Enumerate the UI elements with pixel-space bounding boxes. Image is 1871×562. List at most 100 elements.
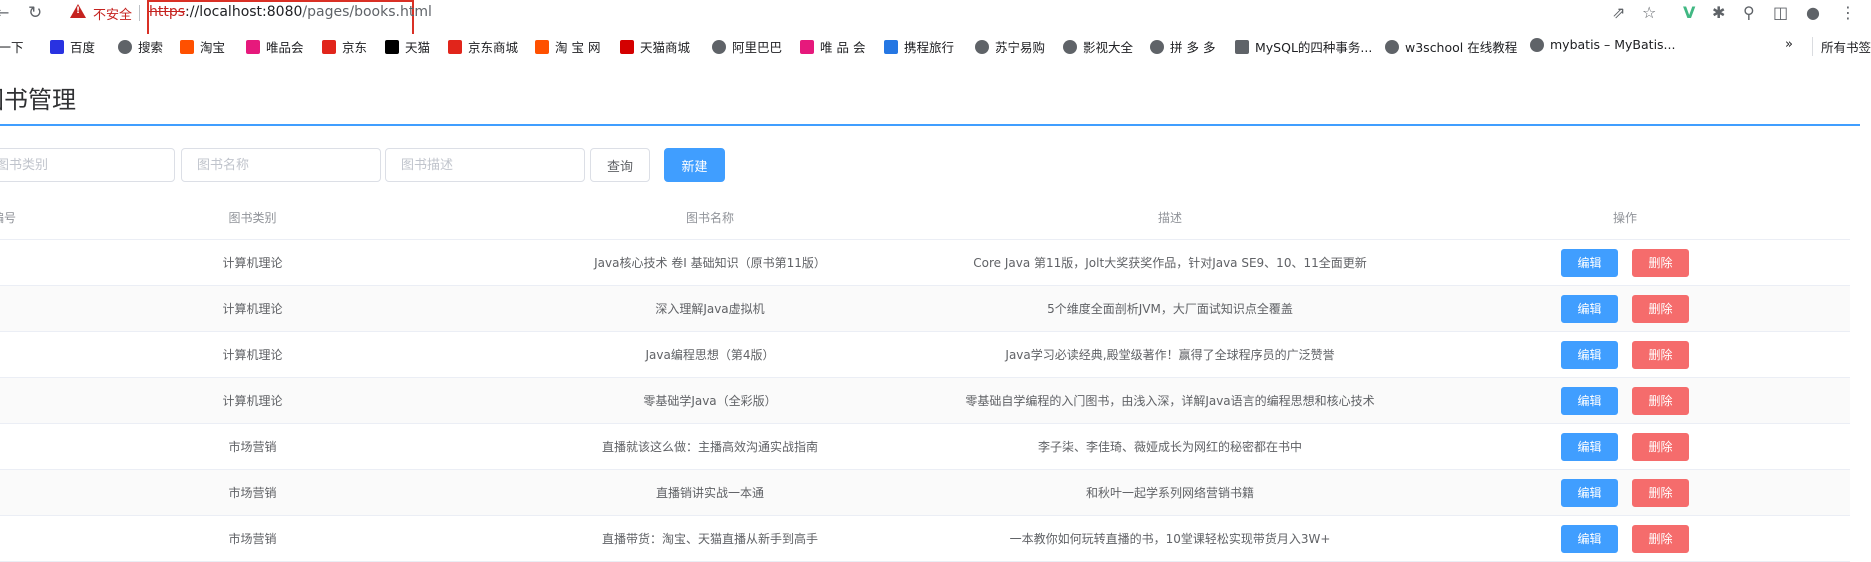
cell-op: 编辑 删除 (1490, 240, 1760, 285)
book-desc-input[interactable] (385, 148, 585, 182)
edit-button[interactable]: 编辑 (1561, 386, 1618, 415)
query-button[interactable]: 查询 (590, 148, 650, 182)
edit-button[interactable]: 编辑 (1561, 248, 1618, 277)
share-icon[interactable]: ⇗ (1612, 3, 1625, 22)
cell-desc: 李子柒、李佳琦、薇娅成长为网红的秘密都在书中 (1037, 440, 1302, 454)
cell-name: 零基础学Java（全彩版） (643, 394, 777, 408)
table-row: 5 市场营销 直播就该这么做：主播高效沟通实战指南 李子柒、李佳琦、薇娅成长为网红的秘… (0, 424, 1850, 470)
taobao-icon (535, 39, 549, 54)
cell-id: 1 (0, 240, 14, 285)
cell-type: 市场营销 (228, 440, 277, 454)
table-row: 1 计算机理论 Java核心技术 卷I 基础知识（原书第11版） Core Java … (0, 240, 1850, 286)
bookmark-item[interactable]: 天猫 (385, 37, 430, 56)
bookmark-item[interactable]: 京东 (322, 37, 367, 56)
edit-button[interactable]: 编辑 (1561, 294, 1618, 323)
ctrip-icon (884, 39, 898, 54)
bookmark-label: 度一下 (0, 40, 24, 55)
bookmark-item[interactable]: 阿里巴巴 (712, 37, 782, 56)
bookmark-item[interactable]: 京东商城 (448, 37, 518, 56)
url-path: /pages/books.html (302, 4, 432, 20)
cell-name: Java编程思想（第4版） (645, 348, 775, 362)
insecure-label[interactable]: 不安全 (93, 4, 132, 23)
bookmark-label: 淘 宝 网 (555, 40, 601, 55)
delete-button[interactable]: 删除 (1632, 248, 1689, 277)
new-button[interactable]: 新建 (664, 148, 725, 182)
bookmark-item[interactable]: MySQL的四种事务... (1235, 37, 1372, 56)
globe-icon (975, 39, 989, 54)
edit-button[interactable]: 编辑 (1561, 340, 1618, 369)
menu-kebab-icon[interactable]: ⋮ (1840, 3, 1856, 22)
cell-type: 计算机理论 (222, 394, 283, 408)
bookmark-label: 百度 (70, 40, 96, 55)
bookmark-item[interactable]: w3school 在线教程 (1385, 37, 1517, 56)
title-underline (0, 124, 1860, 126)
bookmark-item[interactable]: mybatis – MyBatis... (1530, 37, 1675, 52)
bookmark-item[interactable]: 唯品会 (246, 37, 304, 56)
url-field[interactable]: https://localhost:8080/pages/books.html (149, 4, 432, 20)
book-name-input[interactable] (181, 148, 381, 182)
page-title: 图书管理 (0, 86, 76, 114)
bookmarks-overflow-chevron-icon[interactable]: » (1785, 37, 1793, 52)
delete-button[interactable]: 删除 (1632, 524, 1689, 553)
profile-avatar-icon[interactable]: ● (1806, 3, 1820, 22)
cell-desc: Java学习必读经典,殿堂级著作！赢得了全球程序员的广泛赞誉 (1005, 348, 1335, 362)
cell-type: 市场营销 (228, 532, 277, 546)
bookmark-item[interactable]: 淘 宝 网 (535, 37, 600, 56)
delete-button[interactable]: 删除 (1632, 340, 1689, 369)
bookmark-item[interactable]: 天猫商城 (620, 37, 690, 56)
bookmark-label: MySQL的四种事务... (1255, 40, 1373, 55)
bookmark-item[interactable]: 拼 多 多 (1150, 37, 1215, 56)
table-row: 3 计算机理论 Java编程思想（第4版） Java学习必读经典,殿堂级著作！赢得了全… (0, 332, 1850, 378)
bookmark-item[interactable]: 百度 (50, 37, 95, 56)
header-name: 图书名称 (685, 211, 734, 225)
edit-button[interactable]: 编辑 (1561, 432, 1618, 461)
bookmark-item[interactable]: 淘宝 (180, 37, 225, 56)
bookmark-label: 天猫商城 (640, 40, 691, 55)
extensions-icon[interactable]: ✱ (1712, 3, 1725, 22)
delete-button[interactable]: 删除 (1632, 478, 1689, 507)
tmall-icon (385, 39, 399, 54)
bookmark-item[interactable]: 影视大全 (1063, 37, 1133, 56)
back-arrow-icon[interactable]: ← (0, 3, 9, 22)
vip-icon (246, 39, 260, 54)
header-desc: 描述 (1157, 211, 1182, 225)
delete-button[interactable]: 删除 (1632, 294, 1689, 323)
table-row: 6 市场营销 直播销讲实战一本通 和秋叶一起学系列网络营销书籍 编辑删除 (0, 470, 1850, 516)
sidepanel-icon[interactable]: ◫ (1773, 3, 1788, 22)
vue-devtools-icon[interactable]: V (1683, 3, 1695, 22)
table-row: 2 计算机理论 深入理解Java虚拟机 5个维度全面剖析JVM，大厂面试知识点全覆盖 编… (0, 286, 1850, 332)
cell-type: 计算机理论 (222, 256, 283, 270)
address-bar: ← ↻ ! 不安全 https://localhost:8080/pages/b… (0, 0, 1871, 36)
warning-icon[interactable]: ! (70, 4, 86, 18)
table-row: 7 市场营销 直播带货：淘宝、天猫直播从新手到高手 一本教你如何玩转直播的书，10堂课… (0, 516, 1850, 562)
bookmark-label: 阿里巴巴 (732, 40, 783, 55)
book-type-input[interactable] (0, 148, 175, 182)
header-op: 操作 (1612, 211, 1637, 225)
bookmark-item[interactable]: 度一下 (0, 37, 24, 56)
delete-button[interactable]: 删除 (1632, 432, 1689, 461)
bookmark-label: 淘宝 (200, 40, 226, 55)
edit-button[interactable]: 编辑 (1561, 524, 1618, 553)
reload-icon[interactable]: ↻ (28, 3, 42, 23)
delete-button[interactable]: 删除 (1632, 386, 1689, 415)
globe-icon (1385, 39, 1399, 54)
all-bookmarks-button[interactable]: 所有书签 (1812, 37, 1871, 56)
edit-button[interactable]: 编辑 (1561, 478, 1618, 507)
cell-op: 编辑 删除 (1490, 470, 1760, 515)
lab-icon[interactable]: ⚲ (1743, 3, 1755, 22)
bookmark-item[interactable]: 唯 品 会 (800, 37, 865, 56)
bookmark-item[interactable]: 携程旅行 (884, 37, 954, 56)
baidu-paw-icon (50, 39, 64, 54)
cell-op: 编辑 删除 (1490, 424, 1760, 469)
cell-name: Java核心技术 卷I 基础知识（原书第11版） (594, 256, 826, 270)
cell-op: 编辑 删除 (1490, 286, 1760, 331)
bookmark-item[interactable]: 苏宁易购 (975, 37, 1045, 56)
url-host: ://localhost:8080 (185, 4, 303, 20)
star-icon[interactable]: ☆ (1642, 3, 1656, 22)
cell-name: 直播带货：淘宝、天猫直播从新手到高手 (601, 532, 818, 546)
bookmark-item[interactable]: 搜索 (118, 37, 163, 56)
cell-desc: 一本教你如何玩转直播的书，10堂课轻松实现带货月入3W+ (1009, 532, 1331, 546)
bookmark-label: 京东 (342, 40, 368, 55)
bookmark-label: 影视大全 (1083, 40, 1134, 55)
cell-desc: 和秋叶一起学系列网络营销书籍 (1085, 486, 1254, 500)
